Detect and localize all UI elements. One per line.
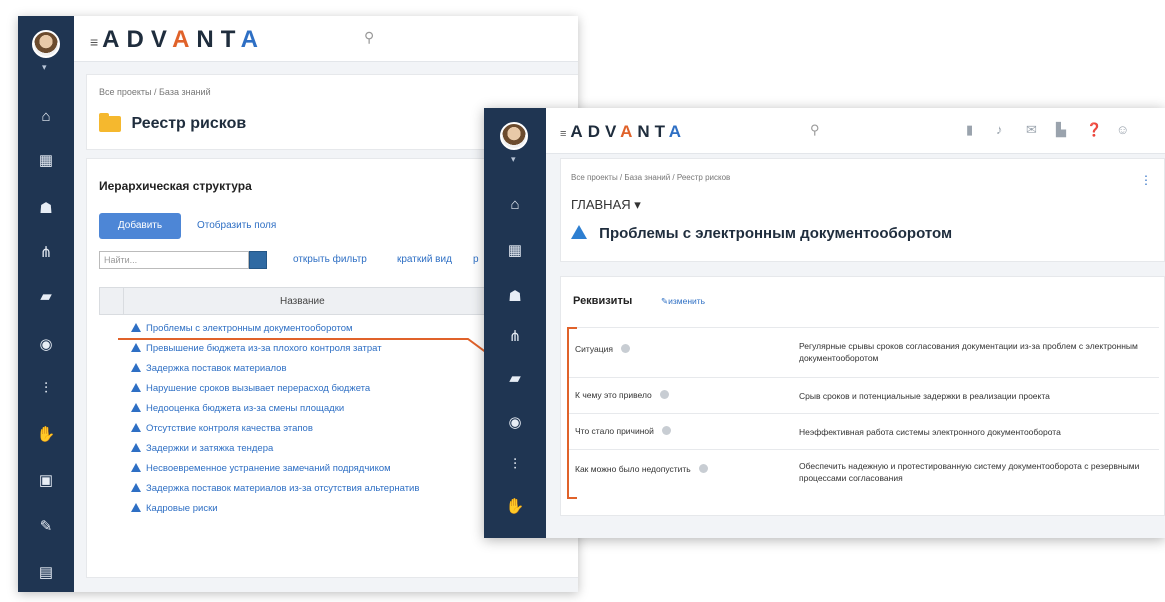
section-title: Иерархическая структура	[99, 179, 252, 193]
warning-icon	[131, 383, 141, 392]
detail-row: К чему это привело Срыв сроков и потенци…	[569, 377, 1159, 413]
top-bar: ≡ ADVANTA ⚲	[74, 16, 578, 62]
detail-row: Ситуация Регулярные срывы сроков согласо…	[569, 327, 1159, 377]
list-item[interactable]: Превышение бюджета из-за плохого контрол…	[131, 343, 382, 354]
detail-row: Что стало причиной Неэффективная работа …	[569, 413, 1159, 449]
sidebar: ▾ ⌂ ▦ ☗ ⋔ ▰ ◉ ⫶ ✋ ▣ ✎ ▤	[18, 16, 74, 592]
chart-icon[interactable]: ⫶	[484, 456, 546, 474]
briefcase-icon[interactable]: ▣	[18, 472, 74, 490]
user-icon[interactable]: ☺	[1116, 122, 1129, 137]
list-item[interactable]: Проблемы с электронным документооборотом	[131, 323, 353, 334]
brand-logo[interactable]: ≡ ADVANTA	[90, 26, 265, 54]
front-window: ▾ ⌂ ▦ ☗ ⋔ ▰ ◉ ⫶ ✋ ≡ ADVANTA ⚲ ▮ ♪ ✉ ▙ ❓ ☺…	[484, 108, 1165, 538]
info-icon[interactable]	[698, 464, 708, 473]
home-icon[interactable]: ⌂	[484, 196, 546, 214]
list-item[interactable]: Задержка поставок материалов	[131, 363, 287, 374]
page-header: Все проекты / База знаний / Реестр риско…	[560, 158, 1165, 262]
menu-icon[interactable]: ≡	[560, 128, 566, 140]
users-icon[interactable]: ☗	[18, 200, 74, 218]
chart-icon[interactable]: ⫶	[18, 380, 74, 398]
bell-icon[interactable]: ♪	[996, 122, 1003, 137]
warning-icon	[131, 483, 141, 492]
list-item[interactable]: Задержка поставок материалов из-за отсут…	[131, 483, 419, 494]
circle-icon[interactable]: ◉	[484, 414, 546, 432]
detail-label: К чему это привело	[575, 390, 669, 400]
list-item[interactable]: Кадровые риски	[131, 503, 218, 514]
calendar-icon[interactable]: ▦	[18, 152, 74, 170]
detail-value: Срыв сроков и потенциальные задержки в р…	[799, 391, 1050, 401]
warning-icon	[131, 363, 141, 372]
hand-icon[interactable]: ✋	[484, 498, 546, 516]
list-item[interactable]: Нарушение сроков вызывает перерасход бюд…	[131, 383, 370, 394]
calendar-icon[interactable]: ▤	[18, 564, 74, 582]
warning-icon	[131, 323, 141, 332]
detail-label: Как можно было недопустить	[575, 464, 708, 474]
details-panel: Реквизиты ✎изменить Ситуация Регулярные …	[560, 276, 1165, 516]
hierarchy-icon[interactable]: ⋔	[484, 328, 546, 346]
info-icon[interactable]	[661, 426, 671, 435]
section-title: Реквизиты	[573, 295, 633, 307]
folder-icon	[99, 112, 121, 132]
page-title: Проблемы с электронным документооборотом	[599, 225, 953, 242]
bookmark-icon[interactable]: ▮	[966, 122, 973, 138]
breadcrumb[interactable]: Все проекты / База знаний / Реестр риско…	[571, 173, 730, 182]
search-button[interactable]	[249, 251, 267, 269]
warning-icon	[571, 225, 587, 239]
info-icon[interactable]	[659, 390, 669, 399]
list-item[interactable]: Задержки и затяжка тендера	[131, 443, 273, 454]
menu-icon[interactable]: ≡	[90, 34, 98, 50]
search-input[interactable]: Найти...	[99, 251, 249, 269]
brief-view-link[interactable]: краткий вид	[397, 254, 452, 265]
chat-icon[interactable]: ▰	[484, 370, 546, 388]
detail-value: Регулярные срывы сроков согласования док…	[799, 341, 1138, 363]
screen: ▾ ⌂ ▦ ☗ ⋔ ▰ ◉ ⫶ ✋ ▣ ✎ ▤ ≡ ADVANTA ⚲ Все п…	[0, 0, 1165, 602]
chat-icon[interactable]: ▰	[18, 288, 74, 306]
warning-icon	[131, 423, 141, 432]
help-icon[interactable]: ❓	[1086, 122, 1102, 138]
kebab-icon[interactable]: ⋮	[1140, 173, 1152, 187]
info-icon[interactable]	[620, 344, 630, 353]
show-fields-link[interactable]: Отобразить поля	[197, 220, 276, 231]
chevron-down-icon[interactable]: ▾	[511, 154, 516, 165]
main-tab-dropdown[interactable]: ГЛАВНАЯ ▾	[571, 197, 641, 213]
list-item[interactable]: Недооценка бюджета из-за смены площадки	[131, 403, 344, 414]
calendar-icon[interactable]: ▦	[484, 242, 546, 260]
highlight-bracket	[567, 327, 577, 499]
detail-value: Обеспечить надежную и протестированную с…	[799, 461, 1140, 483]
search-icon[interactable]: ⚲	[810, 122, 820, 138]
warning-icon	[131, 463, 141, 472]
detail-value: Неэффективная работа системы электронног…	[799, 427, 1061, 437]
more-link[interactable]: р	[473, 254, 479, 265]
thumbs-icon[interactable]: ▙	[1056, 122, 1066, 138]
search-icon[interactable]: ⚲	[364, 29, 374, 46]
open-filter-link[interactable]: открыть фильтр	[293, 254, 367, 265]
hand-icon[interactable]: ✋	[18, 426, 74, 444]
users-icon[interactable]: ☗	[484, 288, 546, 306]
edit-link[interactable]: ✎изменить	[661, 296, 705, 307]
list-item[interactable]: Отсутствие контроля качества этапов	[131, 423, 313, 434]
detail-row: Как можно было недопустить Обеспечить на…	[569, 449, 1159, 499]
circle-icon[interactable]: ◉	[18, 336, 74, 354]
hierarchy-icon[interactable]: ⋔	[18, 244, 74, 262]
chevron-down-icon[interactable]: ▾	[42, 62, 47, 73]
edit-icon[interactable]: ✎	[18, 518, 74, 536]
detail-label: Что стало причиной	[575, 426, 671, 436]
warning-icon	[131, 443, 141, 452]
column-name[interactable]: Название	[280, 296, 325, 307]
mail-icon[interactable]: ✉	[1026, 122, 1037, 138]
user-avatar[interactable]	[500, 122, 528, 150]
breadcrumb[interactable]: Все проекты / База знаний	[99, 87, 211, 97]
warning-icon	[131, 403, 141, 412]
user-avatar[interactable]	[32, 30, 60, 58]
brand-logo[interactable]: ≡ ADVANTA	[560, 122, 686, 142]
home-icon[interactable]: ⌂	[18, 108, 74, 126]
add-button[interactable]: Добавить	[99, 213, 181, 239]
sidebar: ▾ ⌂ ▦ ☗ ⋔ ▰ ◉ ⫶ ✋	[484, 108, 546, 538]
page-title: Реестр рисков	[131, 115, 247, 132]
warning-icon	[131, 343, 141, 352]
warning-icon	[131, 503, 141, 512]
top-bar: ≡ ADVANTA ⚲ ▮ ♪ ✉ ▙ ❓ ☺	[546, 108, 1165, 154]
detail-label: Ситуация	[575, 344, 630, 354]
list-item[interactable]: Несвоевременное устранение замечаний под…	[131, 463, 391, 474]
